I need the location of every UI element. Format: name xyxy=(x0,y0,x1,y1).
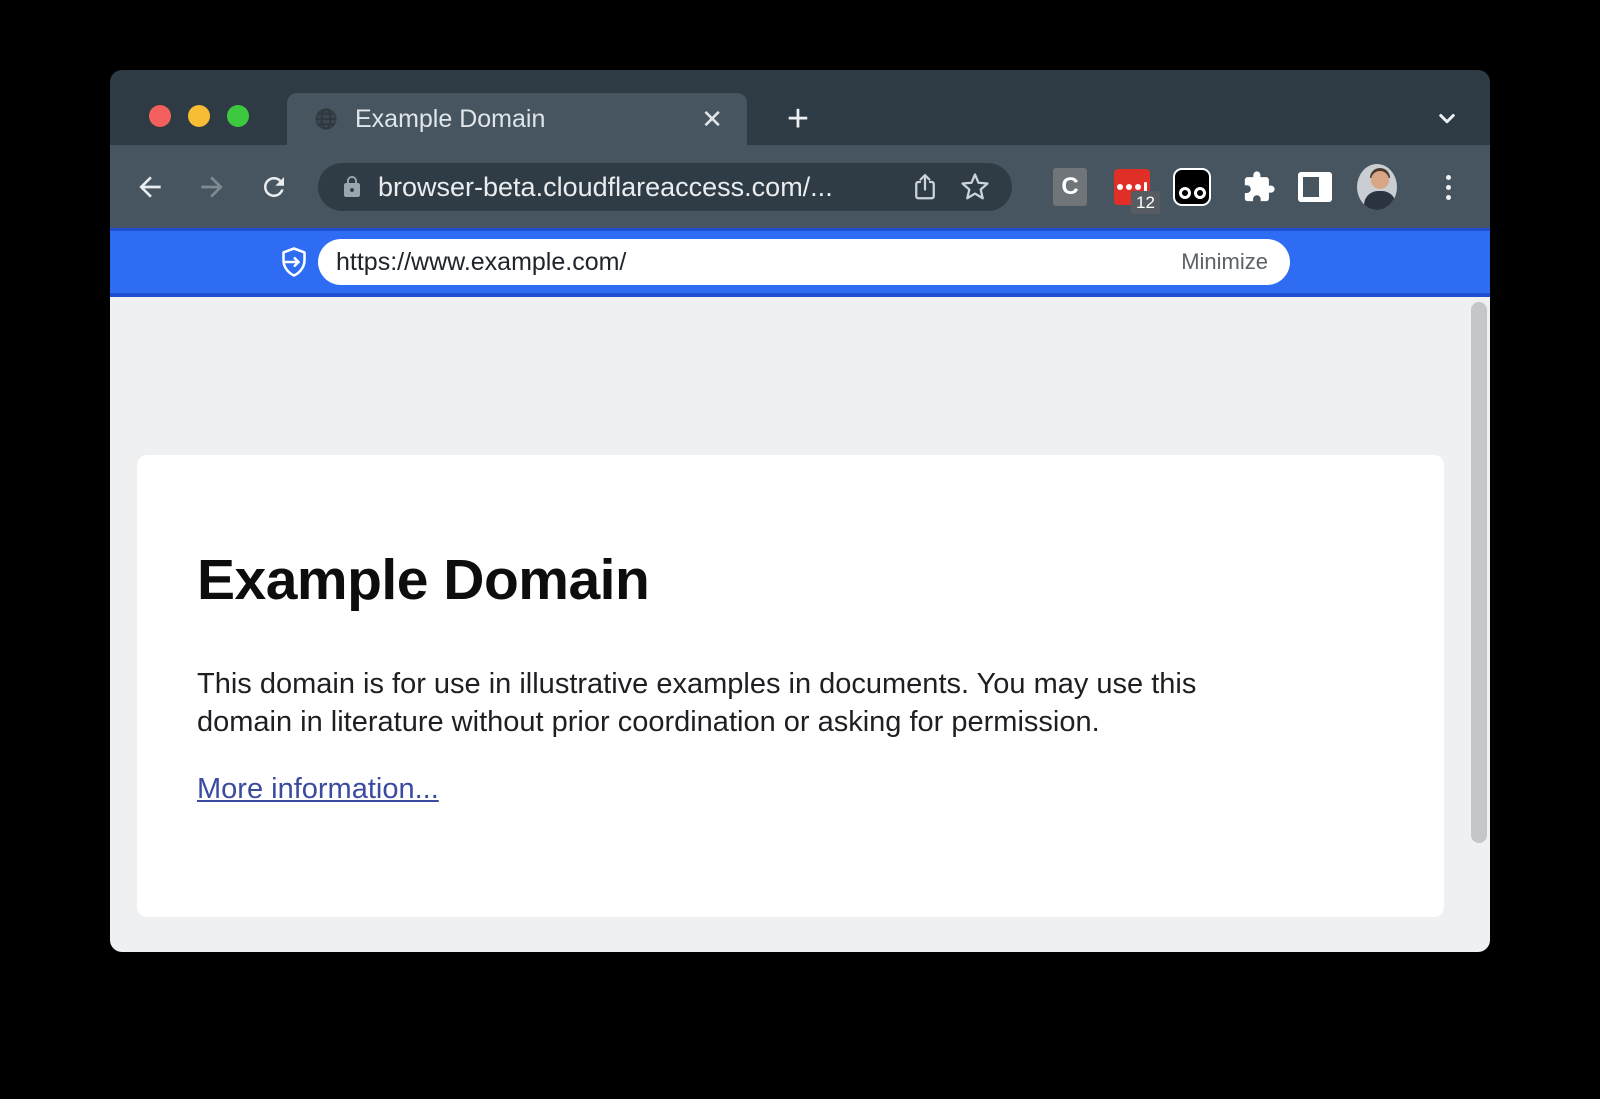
isolation-bar: https://www.example.com/ Minimize xyxy=(110,228,1490,297)
goggles-extension-button[interactable] xyxy=(1172,167,1212,207)
window-zoom-button[interactable] xyxy=(227,105,249,127)
browser-tab[interactable]: Example Domain ✕ xyxy=(287,93,747,145)
window-minimize-button[interactable] xyxy=(188,105,210,127)
tab-close-icon[interactable]: ✕ xyxy=(695,104,729,134)
side-panel-icon xyxy=(1298,172,1332,202)
new-tab-button[interactable]: + xyxy=(776,98,820,142)
profile-avatar[interactable] xyxy=(1357,167,1397,207)
paragraph-line: This domain is for use in illustrative e… xyxy=(197,665,1196,703)
screenshot-stage: Example Domain ✕ + xyxy=(0,0,1600,1099)
password-extension-button[interactable]: 12 xyxy=(1112,167,1152,207)
browser-window: Example Domain ✕ + xyxy=(110,70,1490,952)
goggles-icon xyxy=(1173,168,1211,206)
window-close-button[interactable] xyxy=(149,105,171,127)
address-bar[interactable]: browser-beta.cloudflareaccess.com/... xyxy=(318,163,1012,211)
page-viewport: Example Domain This domain is for use in… xyxy=(110,297,1490,952)
page-scrollbar-thumb[interactable] xyxy=(1471,302,1487,843)
page-paragraph: This domain is for use in illustrative e… xyxy=(197,665,1196,741)
avatar-photo xyxy=(1357,164,1397,210)
shield-arrow-icon xyxy=(276,244,312,280)
share-icon[interactable] xyxy=(908,170,942,204)
lock-icon[interactable] xyxy=(340,175,364,199)
side-panel-button[interactable] xyxy=(1295,167,1335,207)
c-extension-icon: C xyxy=(1053,168,1087,206)
minimize-bar-button[interactable]: Minimize xyxy=(1181,249,1268,275)
address-bar-url: browser-beta.cloudflareaccess.com/... xyxy=(378,172,892,203)
reload-button[interactable] xyxy=(256,169,292,205)
paragraph-line: domain in literature without prior coord… xyxy=(197,703,1196,741)
extensions-menu-button[interactable] xyxy=(1239,167,1279,207)
back-button[interactable] xyxy=(132,169,168,205)
three-dots-icon xyxy=(1446,175,1451,200)
password-dots-icon: 12 xyxy=(1114,169,1150,205)
bookmark-star-icon[interactable] xyxy=(958,170,992,204)
tab-title: Example Domain xyxy=(355,105,695,134)
more-information-link[interactable]: More information... xyxy=(197,773,439,806)
page-title: Example Domain xyxy=(197,547,649,613)
puzzle-icon xyxy=(1242,170,1276,204)
toolbar: browser-beta.cloudflareaccess.com/... C xyxy=(110,145,1490,228)
browser-menu-button[interactable] xyxy=(1428,167,1468,207)
forward-button[interactable] xyxy=(194,169,230,205)
content-card: Example Domain This domain is for use in… xyxy=(137,455,1444,917)
isolation-url-field[interactable]: https://www.example.com/ Minimize xyxy=(318,239,1290,285)
globe-favicon-icon xyxy=(313,106,339,132)
tab-search-chevron-icon[interactable] xyxy=(1432,103,1462,133)
tab-strip: Example Domain ✕ + xyxy=(110,70,1490,145)
c-extension-button[interactable]: C xyxy=(1050,167,1090,207)
extension-badge: 12 xyxy=(1131,191,1160,214)
isolation-url-text: https://www.example.com/ xyxy=(336,248,1181,277)
